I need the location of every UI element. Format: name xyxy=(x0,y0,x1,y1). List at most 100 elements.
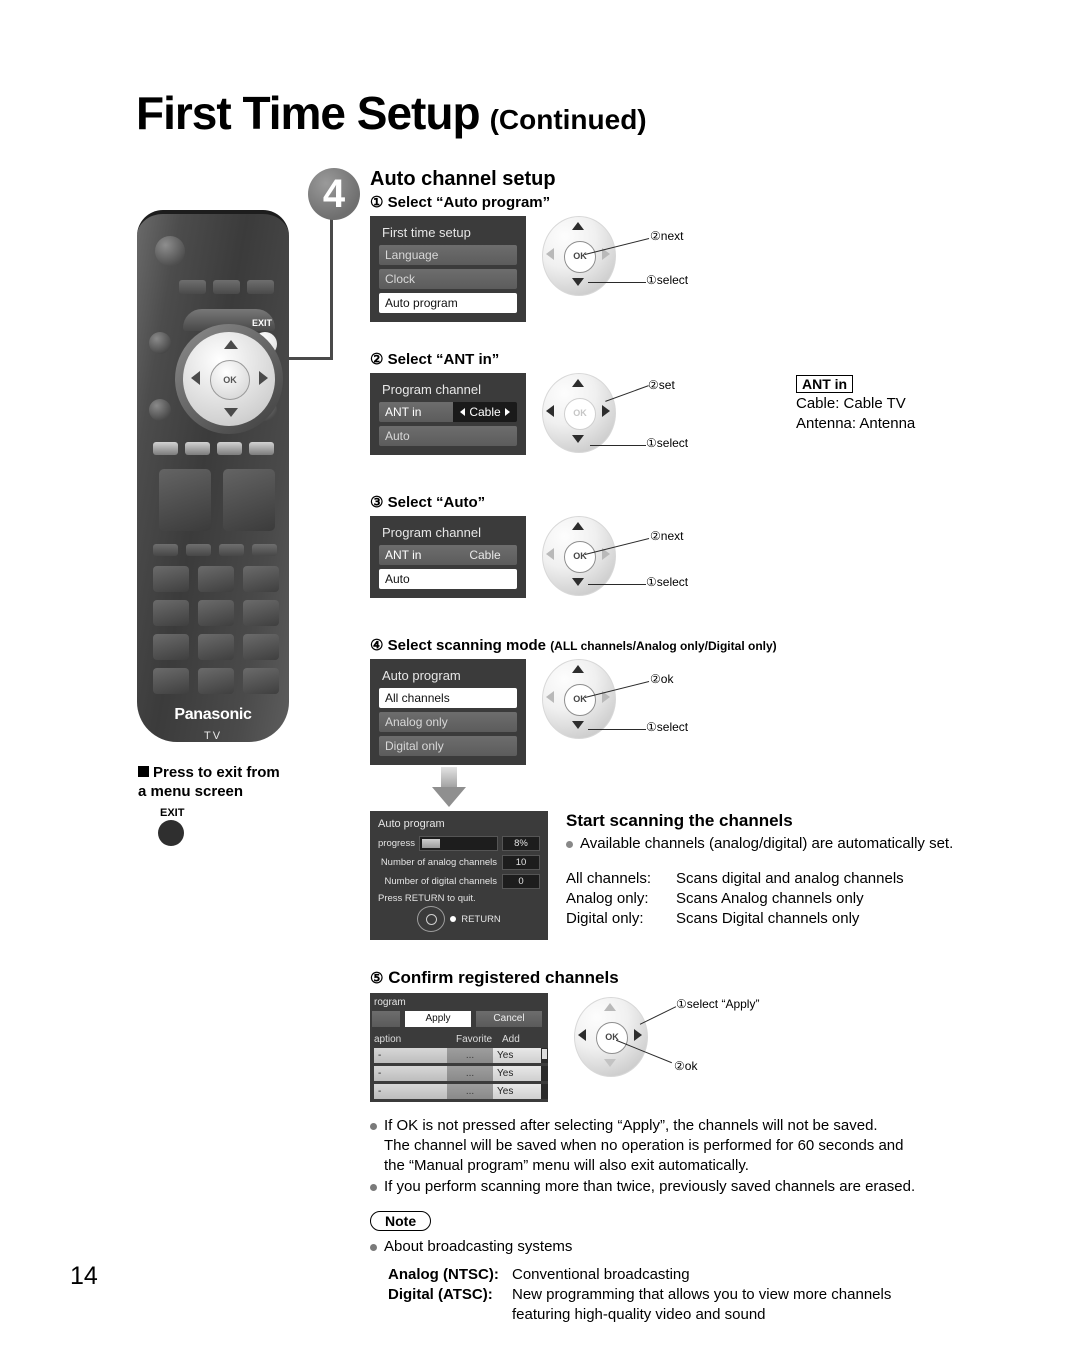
substep-4-suffix: (ALL channels/Analog only/Digital only) xyxy=(550,639,777,653)
substep-1-number: ① xyxy=(370,194,384,211)
callout-2-set: ②set xyxy=(648,378,675,392)
cell-add: Yes xyxy=(493,1048,541,1063)
nav-wheel-3[interactable]: OK xyxy=(542,516,616,596)
page-title-sub: (Continued) xyxy=(489,104,647,135)
nav-wheel-2[interactable]: OK xyxy=(542,373,616,453)
bottom-note-2-text: If you perform scanning more than twice,… xyxy=(384,1178,916,1195)
callout-leader-2b xyxy=(590,445,646,446)
nav-ok-button[interactable]: OK xyxy=(596,1022,628,1054)
bullet-square-icon xyxy=(138,766,149,777)
nav-wheel-4[interactable]: OK xyxy=(542,659,616,739)
nav-ok-button[interactable]: OK xyxy=(564,684,596,716)
substep-1-title: ① Select “Auto program” xyxy=(370,193,1030,211)
ant-in-explanation: ANT in Cable: Cable TV Antenna: Antenna xyxy=(796,375,915,434)
progress-percent-value: 8% xyxy=(502,836,540,851)
note-value-analog: Conventional broadcasting xyxy=(512,1266,690,1283)
nav-up-arrow-icon[interactable] xyxy=(572,222,584,230)
nav-left-arrow-icon[interactable] xyxy=(546,548,554,560)
substep-4-number: ④ xyxy=(370,637,384,654)
bullet-dot-icon xyxy=(370,1184,377,1191)
menu-row-label: ANT in xyxy=(379,545,453,565)
substep-2-label: Select “ANT in” xyxy=(387,351,500,368)
return-hint-row: RETURN xyxy=(378,906,540,932)
bullet-dot-icon xyxy=(370,1244,377,1251)
substep-5-title: ⑤ Confirm registered channels xyxy=(370,968,1030,988)
bottom-note-1: If OK is not pressed after selecting “Ap… xyxy=(370,1116,1030,1176)
remote-small-button-row xyxy=(153,544,277,556)
substep-3-label: Select “Auto” xyxy=(387,494,486,511)
menu-item-auto-program[interactable]: Auto program xyxy=(379,293,517,313)
nav-down-arrow-icon[interactable] xyxy=(572,278,584,286)
menu-row-ant-in[interactable]: ANT in Cable xyxy=(379,545,517,565)
menu-item-clock[interactable]: Clock xyxy=(379,269,517,289)
note-row-digital-cont: featuring high-quality video and sound xyxy=(388,1305,1030,1325)
table-row[interactable]: - ... Yes xyxy=(370,1066,548,1081)
nav-left-arrow-icon[interactable] xyxy=(546,248,554,260)
nav-down-arrow-icon[interactable] xyxy=(572,578,584,586)
right-arrow-icon xyxy=(504,408,510,416)
column-header-favorite: Favorite xyxy=(456,1034,493,1045)
substep-2-number: ② xyxy=(370,351,384,368)
nav-left-arrow-icon[interactable] xyxy=(578,1029,586,1041)
remote-model-label: TV xyxy=(203,730,223,742)
page-title: First Time Setup (Continued) xyxy=(136,90,647,136)
bottom-note-2: If you perform scanning more than twice,… xyxy=(370,1177,1030,1197)
nav-ok-button[interactable]: OK xyxy=(564,541,596,573)
callout-1-select: ①select xyxy=(646,273,689,287)
menu-item-auto[interactable]: Auto xyxy=(379,569,517,589)
auto-program-progress-dialog: Auto program progress 8% Number of analo… xyxy=(370,811,548,940)
nav-up-arrow-icon[interactable] xyxy=(572,379,584,387)
menu-item-all-channels[interactable]: All channels xyxy=(379,688,517,708)
exit-button-glyph xyxy=(158,820,184,846)
nav-down-arrow-icon[interactable] xyxy=(572,721,584,729)
cell-favorite: ... xyxy=(447,1048,493,1063)
cancel-button[interactable]: Cancel xyxy=(476,1011,542,1027)
scanning-heading: Start scanning the channels xyxy=(566,811,793,830)
column-header-caption: aption xyxy=(374,1034,402,1045)
cell-favorite: ... xyxy=(447,1084,493,1099)
apply-button[interactable]: Apply xyxy=(405,1011,471,1027)
nav-up-arrow-icon[interactable] xyxy=(572,522,584,530)
nav-right-arrow-icon[interactable] xyxy=(602,405,610,417)
scanning-bullet: Available channels (analog/digital) are … xyxy=(566,834,1030,854)
nav-down-arrow-icon[interactable] xyxy=(604,1059,616,1067)
cell-add: Yes xyxy=(493,1066,541,1081)
menu-row-ant-in[interactable]: ANT in Cable xyxy=(379,402,517,422)
scrollbar[interactable] xyxy=(541,1066,548,1081)
menu-item-auto[interactable]: Auto xyxy=(379,426,517,446)
channel-dialog-blank-button[interactable] xyxy=(372,1011,400,1027)
cell-favorite: ... xyxy=(447,1066,493,1081)
dpad-up-arrow-icon xyxy=(224,340,238,349)
exit-instruction-heading: Press to exit from a menu screen xyxy=(138,763,353,801)
ant-in-badge: ANT in xyxy=(796,375,854,393)
remote-ok-button: OK xyxy=(210,360,250,400)
flow-arrow-down-icon xyxy=(432,767,466,807)
scrollbar[interactable] xyxy=(541,1084,548,1099)
menu-item-language[interactable]: Language xyxy=(379,245,517,265)
nav-up-arrow-icon[interactable] xyxy=(572,665,584,673)
menu-row-value-selected[interactable]: Cable xyxy=(453,402,517,422)
nav-left-arrow-icon[interactable] xyxy=(546,405,554,417)
menu-item-analog-only[interactable]: Analog only xyxy=(379,712,517,732)
table-row[interactable]: - ... Yes xyxy=(370,1048,548,1063)
menu-row-value[interactable]: Cable xyxy=(453,545,517,565)
nav-left-arrow-icon[interactable] xyxy=(546,691,554,703)
menu-item-digital-only[interactable]: Digital only xyxy=(379,736,517,756)
nav-up-arrow-icon[interactable] xyxy=(604,1003,616,1011)
dpad-right-arrow-icon xyxy=(259,371,268,385)
progress-bar xyxy=(418,836,498,851)
nav-ok-button[interactable]: OK xyxy=(564,241,596,273)
callout-leader-4b xyxy=(588,729,646,730)
channel-dialog-title: rogram xyxy=(374,997,406,1008)
nav-right-arrow-icon[interactable] xyxy=(634,1029,642,1041)
page-title-main: First Time Setup xyxy=(136,87,481,139)
nav-wheel-5[interactable]: OK xyxy=(574,997,648,1077)
substep-4-label: Select scanning mode xyxy=(387,637,547,654)
nav-ok-button[interactable]: OK xyxy=(564,398,596,430)
callout-leader-3b xyxy=(588,584,646,585)
return-dot-icon xyxy=(450,916,457,922)
scrollbar[interactable] xyxy=(541,1048,548,1063)
mode-name-all: All channels: xyxy=(566,870,652,887)
nav-down-arrow-icon[interactable] xyxy=(572,435,584,443)
table-row[interactable]: - ... Yes xyxy=(370,1084,548,1099)
